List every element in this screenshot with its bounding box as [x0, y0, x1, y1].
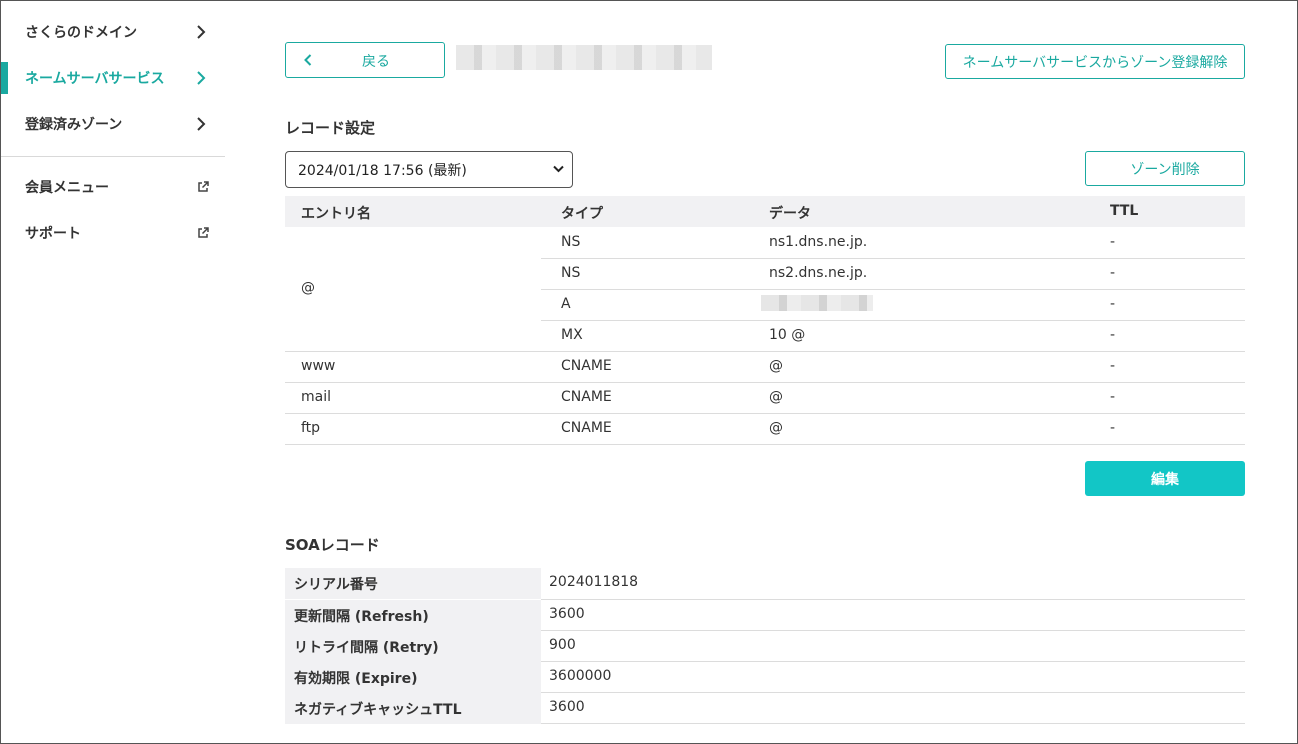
sidebar-item-label: 会員メニュー: [25, 180, 109, 196]
version-select-value: 2024/01/18 17:56 (最新): [298, 162, 467, 179]
record-data: ns1.dns.ne.jp.: [769, 234, 868, 250]
back-button[interactable]: 戻る: [285, 42, 445, 78]
sidebar-item-support[interactable]: サポート: [1, 213, 225, 253]
sidebar-item-label: 登録済みゾーン: [25, 117, 123, 133]
record-data: 10 @: [769, 327, 806, 343]
sidebar-item-label: ネームサーバサービス: [25, 71, 165, 87]
record-ttl: -: [1110, 234, 1116, 250]
soa-key: 有効期限 (Expire): [285, 662, 541, 693]
record-type: CNAME: [561, 389, 612, 405]
record-type: NS: [561, 234, 581, 250]
redacted-ip-address: [761, 295, 873, 311]
column-ttl: TTL: [1110, 203, 1139, 219]
sidebar-item-registered-zones[interactable]: 登録済みゾーン: [1, 104, 225, 144]
sidebar: さくらのドメイン ネームサーバサービス 登録済みゾーン 会員メニュー サポート: [1, 1, 225, 743]
record-type: MX: [561, 327, 583, 343]
records-title: レコード設定: [285, 119, 376, 137]
soa-key: ネガティブキャッシュTTL: [285, 693, 541, 724]
version-select[interactable]: 2024/01/18 17:56 (最新): [285, 151, 573, 188]
table-row: mail CNAME @ -: [285, 382, 1245, 413]
records-table-header: エントリ名 タイプ データ TTL: [285, 196, 1245, 227]
record-type: CNAME: [561, 358, 612, 374]
record-ttl: -: [1110, 327, 1116, 343]
table-row: ネガティブキャッシュTTL 3600: [285, 693, 1245, 724]
chevron-right-icon: [197, 117, 206, 131]
soa-key: リトライ間隔 (Retry): [285, 631, 541, 662]
record-type: A: [561, 296, 571, 312]
record-ttl: -: [1110, 389, 1116, 405]
external-link-icon: [198, 227, 209, 238]
record-type: NS: [561, 265, 581, 281]
record-ttl: -: [1110, 296, 1116, 312]
soa-value: 3600: [549, 699, 585, 715]
soa-title: SOAレコード: [285, 536, 380, 554]
sidebar-item-label: さくらのドメイン: [25, 25, 137, 41]
table-row: www CNAME @ -: [285, 351, 1245, 382]
table-row: NS ns1.dns.ne.jp. -: [285, 227, 1245, 258]
record-ttl: -: [1110, 265, 1116, 281]
record-data: ns2.dns.ne.jp.: [769, 265, 868, 281]
record-data: @: [769, 358, 783, 374]
sidebar-item-nameserver-service[interactable]: ネームサーバサービス: [1, 58, 225, 98]
table-row: NS ns2.dns.ne.jp. -: [285, 258, 1245, 289]
edit-button[interactable]: 編集: [1085, 461, 1245, 496]
chevron-left-icon: [304, 54, 312, 66]
record-ttl: -: [1110, 420, 1116, 436]
soa-value: 900: [549, 637, 576, 653]
record-ttl: -: [1110, 358, 1116, 374]
chevron-right-icon: [197, 71, 206, 85]
table-row: ftp CNAME @ -: [285, 413, 1245, 444]
table-row: リトライ間隔 (Retry) 900: [285, 631, 1245, 662]
table-row: 有効期限 (Expire) 3600000: [285, 662, 1245, 693]
record-entry: ftp: [301, 420, 321, 436]
column-type: タイプ: [561, 206, 603, 222]
sidebar-item-sakura-domain[interactable]: さくらのドメイン: [1, 12, 225, 52]
record-data: @: [769, 420, 783, 436]
sidebar-item-label: サポート: [25, 226, 81, 242]
sidebar-item-member-menu[interactable]: 会員メニュー: [1, 167, 225, 207]
soa-value: 2024011818: [549, 574, 639, 590]
column-data: データ: [769, 206, 811, 222]
row-divider: [285, 444, 1245, 445]
zone-delete-button[interactable]: ゾーン削除: [1085, 151, 1245, 186]
unregister-zone-button[interactable]: ネームサーバサービスからゾーン登録解除: [945, 44, 1245, 79]
column-entry-name: エントリ名: [301, 206, 371, 222]
soa-value: 3600: [549, 606, 585, 622]
chevron-right-icon: [197, 25, 206, 39]
record-type: CNAME: [561, 420, 612, 436]
back-button-label: 戻る: [362, 54, 390, 70]
soa-key: 更新間隔 (Refresh): [285, 600, 541, 631]
soa-key: シリアル番号: [285, 568, 541, 599]
soa-value: 3600000: [549, 668, 612, 684]
chevron-down-icon: [553, 165, 564, 173]
table-row: シリアル番号 2024011818: [285, 568, 1245, 599]
record-entry: mail: [301, 389, 331, 405]
row-divider: [541, 723, 1245, 724]
record-entry: www: [301, 358, 336, 374]
sidebar-divider: [1, 156, 225, 157]
redacted-zone-name: [456, 45, 712, 70]
table-row: 更新間隔 (Refresh) 3600: [285, 600, 1245, 631]
table-row: MX 10 @ -: [285, 320, 1245, 351]
record-data: @: [769, 389, 783, 405]
external-link-icon: [198, 181, 209, 192]
